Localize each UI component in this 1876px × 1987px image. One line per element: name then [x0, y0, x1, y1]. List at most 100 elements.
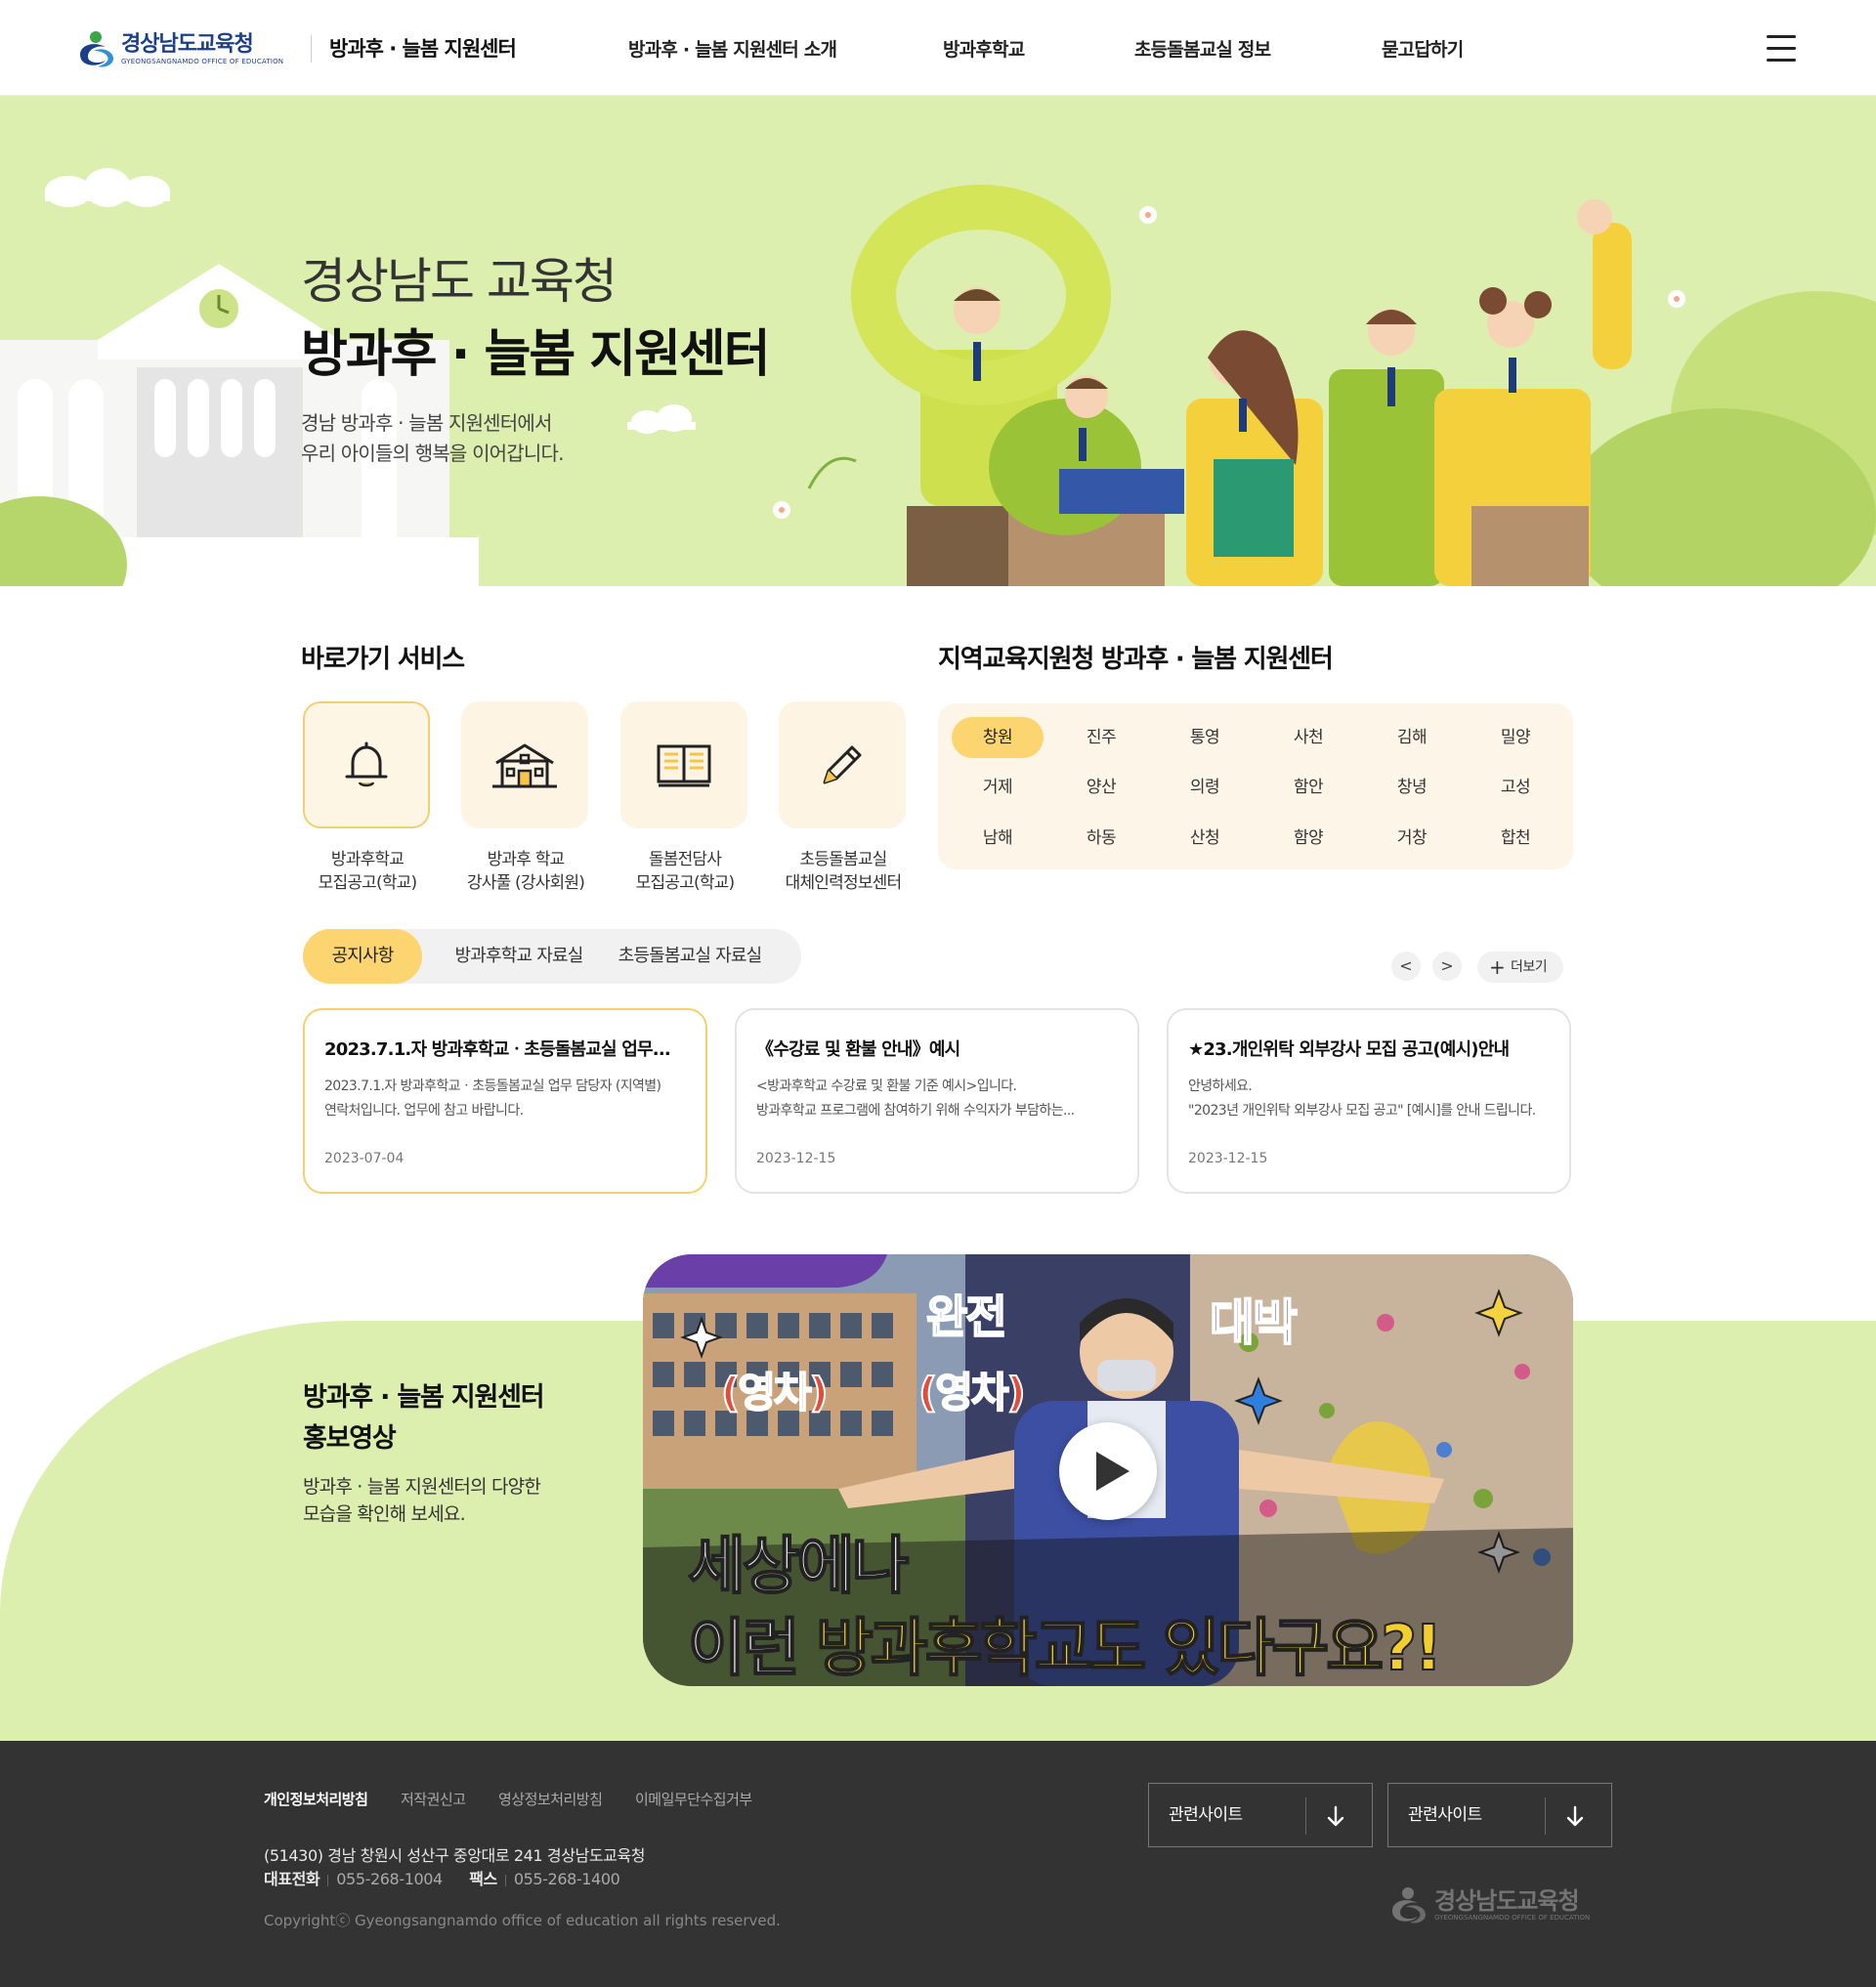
hero-title-line2: 방과후 · 늘봄 지원센터 — [301, 325, 771, 384]
region-yangsan[interactable]: 양산 — [1055, 767, 1147, 808]
quick-item-label-line2: 강사풀 (강사회원) — [466, 873, 585, 893]
nav-about[interactable]: 방과후 · 늘봄 지원센터 소개 — [628, 35, 837, 62]
quick-service-title: 바로가기 서비스 — [301, 645, 465, 674]
more-button[interactable]: + 더보기 — [1477, 951, 1563, 983]
quick-item-label-line2: 대체인력정보센터 — [785, 873, 903, 893]
related-sites-select-2[interactable]: 관련사이트 — [1387, 1783, 1612, 1847]
region-geochang[interactable]: 거창 — [1366, 818, 1458, 859]
notice-card-body-line: 연락처입니다. 업무에 참고 바랍니다. — [324, 1103, 524, 1119]
related-sites-label: 관련사이트 — [1169, 1805, 1243, 1825]
quick-item-label-line1: 방과후학교 — [330, 850, 405, 869]
related-sites-label: 관련사이트 — [1408, 1805, 1482, 1825]
nav-care-class[interactable]: 초등돌봄교실 정보 — [1134, 35, 1271, 62]
nav-after-school[interactable]: 방과후학교 — [943, 35, 1025, 62]
region-uiryeong[interactable]: 의령 — [1159, 767, 1251, 808]
notice-card[interactable]: 《수강료 및 환불 안내》예시 <방과후학교 수강료 및 환불 기준 예시>입니… — [735, 1008, 1139, 1194]
thumb-text-wanjeon: 완전 — [925, 1289, 1008, 1344]
hero-description: 경남 방과후 · 늘봄 지원센터에서 우리 아이들의 행복을 이어갑니다. — [301, 408, 564, 469]
region-hamyang[interactable]: 함양 — [1262, 818, 1354, 859]
quick-item-label-line1: 초등돌봄교실 — [799, 850, 887, 869]
region-tongyeong[interactable]: 통영 — [1159, 717, 1251, 758]
site-header: 경상남도교육청 GYEONGSANGNAMDO OFFICE OF EDUCAT… — [0, 0, 1876, 96]
notice-card[interactable]: 2023.7.1.자 방과후학교ㆍ초등돌봄교실 업무... 2023.7.1.자… — [303, 1008, 707, 1194]
hero-title-line1: 경상남도 교육청 — [301, 253, 618, 310]
thumb-text-yeongcha-left: (영차) — [720, 1368, 830, 1417]
region-changnyeong[interactable]: 창녕 — [1366, 767, 1458, 808]
video-section-description: 방과후 · 늘봄 지원센터의 다양한 모습을 확인해 보세요. — [303, 1473, 541, 1528]
tab-notice[interactable]: 공지사항 — [303, 929, 422, 984]
hero-banner: 경상남도 교육청 방과후 · 늘봄 지원센터 경남 방과후 · 늘봄 지원센터에… — [0, 96, 1876, 586]
plus-icon: + — [1489, 955, 1506, 979]
quick-item-label-line2: 모집공고(학교) — [635, 873, 736, 893]
region-hadong[interactable]: 하동 — [1055, 818, 1147, 859]
footer-logo: 경상남도교육청 GYEONGSANGNAMDO OFFICE OF EDUCAT… — [1387, 1885, 1590, 1924]
quick-item-label: 돌봄전담사 모집공고(학교) — [620, 848, 749, 895]
region-sancheong[interactable]: 산청 — [1159, 818, 1251, 859]
footer-fax: 055-268-1400 — [513, 1870, 620, 1888]
notice-card-body-line: <방과후학교 수강료 및 환불 기준 예시>입니다. — [756, 1078, 1017, 1094]
quick-item-box[interactable] — [620, 701, 747, 828]
play-button[interactable] — [1059, 1422, 1157, 1520]
quick-item-after-school-notice[interactable]: 방과후학교 모집공고(학교) — [303, 701, 432, 897]
select-divider — [1545, 1797, 1546, 1835]
prev-button[interactable]: < — [1391, 951, 1421, 981]
footer-address: (51430) 경남 창원시 성산구 중앙대로 241 경상남도교육청 — [264, 1846, 646, 1865]
quick-item-substitute-center[interactable]: 초등돌봄교실 대체인력정보센터 — [779, 701, 908, 897]
footer-link-email-refusal[interactable]: 이메일무단수집거부 — [635, 1789, 752, 1809]
region-section-title: 지역교육지원청 방과후 · 늘봄 지원센터 — [938, 645, 1334, 674]
notice-card-body-line: 안녕하세요. — [1188, 1078, 1253, 1094]
thumb-caption-line1: 세상에나 — [687, 1530, 911, 1604]
quick-item-box[interactable] — [461, 701, 588, 828]
tab-care-class-archive[interactable]: 초등돌봄교실 자료실 — [606, 929, 774, 984]
quick-item-care-staff-notice[interactable]: 돌봄전담사 모집공고(학교) — [620, 701, 749, 897]
notice-card-title: ★23.개인위탁 외부강사 모집 공고(예시)안내 — [1188, 1039, 1510, 1060]
logo-text: 경상남도교육청 — [121, 31, 254, 57]
next-button[interactable]: > — [1432, 951, 1462, 981]
video-title-line2: 홍보영상 — [303, 1423, 397, 1454]
region-goseong[interactable]: 고성 — [1470, 767, 1561, 808]
footer-logo-text: 경상남도교육청 — [1434, 1886, 1580, 1915]
tab-after-school-archive[interactable]: 방과후학교 자료실 — [446, 929, 592, 984]
thumb-caption-line2: 이런 방과후학교도 있다구요?! — [687, 1598, 1443, 1686]
video-desc-line2: 모습을 확인해 보세요. — [303, 1503, 466, 1525]
arrow-down-icon — [1566, 1805, 1584, 1827]
region-list: 창원 진주 통영 사천 김해 밀양 거제 양산 의령 함안 창녕 고성 남해 하… — [938, 703, 1573, 869]
hamburger-icon[interactable] — [1767, 35, 1796, 62]
book-icon — [657, 744, 711, 787]
quick-item-label-line1: 돌봄전담사 — [648, 850, 722, 869]
region-gimhae[interactable]: 김해 — [1366, 717, 1458, 758]
school-icon — [492, 743, 557, 788]
region-sacheon[interactable]: 사천 — [1262, 717, 1354, 758]
pencil-icon — [823, 745, 862, 784]
site-title[interactable]: 방과후 · 늘봄 지원센터 — [329, 33, 517, 63]
region-changwon[interactable]: 창원 — [952, 717, 1044, 758]
footer-logo-subtext: GYEONGSANGNAMDO OFFICE OF EDUCATION — [1434, 1913, 1591, 1922]
footer-link-copyright[interactable]: 저작권신고 — [401, 1789, 466, 1809]
notice-card[interactable]: ★23.개인위탁 외부강사 모집 공고(예시)안내 안녕하세요. "2023년 … — [1167, 1008, 1571, 1194]
hero-illustration — [0, 168, 1876, 586]
board-tabs: 공지사항 방과후학교 자료실 초등돌봄교실 자료실 — [303, 929, 801, 984]
quick-item-box[interactable] — [779, 701, 906, 828]
footer-link-cctv-policy[interactable]: 영상정보처리방침 — [498, 1789, 603, 1809]
region-haman[interactable]: 함안 — [1262, 767, 1354, 808]
video-desc-line1: 방과후 · 늘봄 지원센터의 다양한 — [303, 1476, 541, 1498]
quick-item-instructor-pool[interactable]: 방과후 학교 강사풀 (강사회원) — [461, 701, 590, 897]
select-divider — [1305, 1797, 1306, 1835]
region-jinju[interactable]: 진주 — [1055, 717, 1147, 758]
notice-card-date: 2023-12-15 — [756, 1151, 836, 1166]
footer-logo-emblem-icon — [1392, 1887, 1426, 1924]
site-logo[interactable]: 경상남도교육청 GYEONGSANGNAMDO OFFICE OF EDUCAT… — [76, 27, 283, 70]
region-geoje[interactable]: 거제 — [952, 767, 1044, 808]
arrow-down-icon — [1327, 1805, 1344, 1827]
region-namhae[interactable]: 남해 — [952, 818, 1044, 859]
footer-link-privacy[interactable]: 개인정보처리방침 — [264, 1789, 368, 1809]
play-icon — [1096, 1452, 1130, 1491]
region-miryang[interactable]: 밀양 — [1470, 717, 1561, 758]
footer-tel: 055-268-1004 — [336, 1870, 443, 1888]
related-sites-select-1[interactable]: 관련사이트 — [1148, 1783, 1373, 1847]
region-hapcheon[interactable]: 합천 — [1470, 818, 1561, 859]
nav-qna[interactable]: 묻고답하기 — [1382, 35, 1464, 62]
footer-fax-label: 팩스 — [469, 1870, 497, 1888]
footer-tel-label: 대표전화 — [264, 1870, 320, 1888]
quick-item-box[interactable] — [303, 701, 430, 828]
